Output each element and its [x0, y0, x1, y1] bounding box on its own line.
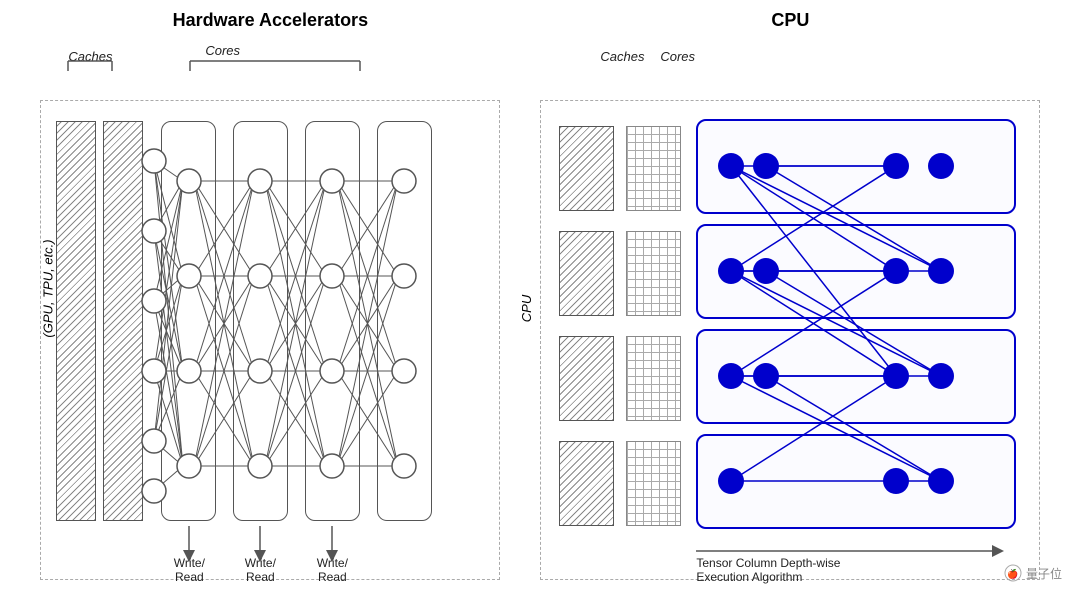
cpu-vert-label: CPU	[520, 295, 535, 322]
wr-label-1: Write/Read	[159, 556, 219, 584]
left-connections-svg	[41, 101, 499, 579]
watermark: 🍎 量子位	[1004, 564, 1062, 582]
left-panel: Hardware Accelerators Caches Cores	[20, 10, 521, 580]
watermark-icon: 🍎	[1004, 564, 1022, 582]
main-container: Hardware Accelerators Caches Cores	[0, 0, 1080, 590]
wr-label-3: Write/Read	[302, 556, 362, 584]
right-panel: CPU Caches Cores CPU	[521, 10, 1060, 580]
left-title: Hardware Accelerators	[173, 10, 368, 31]
right-caches-label: Caches	[600, 49, 644, 64]
tensor-label: Tensor Column Depth-wise Execution Algor…	[696, 556, 840, 584]
right-connections-svg	[541, 101, 1039, 579]
right-title: CPU	[771, 10, 809, 31]
tensor-text: Tensor Column Depth-wise	[696, 556, 840, 570]
right-diagram: CPU	[540, 100, 1040, 580]
right-cores-label: Cores	[660, 49, 695, 64]
left-diagram: (GPU, TPU, etc.)	[40, 100, 500, 580]
svg-text:🍎: 🍎	[1007, 568, 1018, 579]
wr-label-2: Write/Read	[230, 556, 290, 584]
watermark-text: 量子位	[1026, 565, 1062, 582]
execution-text: Execution Algorithm	[696, 570, 802, 584]
